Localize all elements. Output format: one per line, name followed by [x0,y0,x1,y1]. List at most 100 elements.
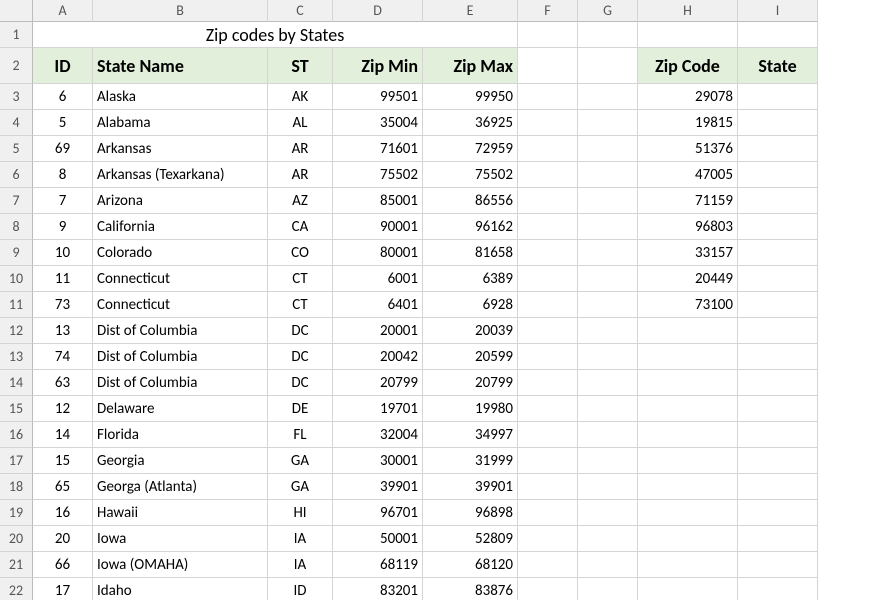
cell-A6[interactable]: 8 [33,162,93,188]
cell-A20[interactable]: 20 [33,526,93,552]
row-header-21[interactable]: 21 [0,552,33,578]
row-header-1[interactable]: 1 [0,22,33,48]
cell-F5[interactable] [518,136,578,162]
cell-F15[interactable] [518,396,578,422]
cell-D12[interactable]: 20001 [333,318,423,344]
cell-H13[interactable] [638,344,738,370]
cell-I2[interactable]: State [738,48,818,84]
col-header-H[interactable]: H [638,0,738,22]
row-header-4[interactable]: 4 [0,110,33,136]
cell-F11[interactable] [518,292,578,318]
cell-E15[interactable]: 19980 [423,396,518,422]
cell-B10[interactable]: Connecticut [93,266,268,292]
cell-A21[interactable]: 66 [33,552,93,578]
cell-A11[interactable]: 73 [33,292,93,318]
cell-C6[interactable]: AR [268,162,333,188]
cell-A4[interactable]: 5 [33,110,93,136]
cell-H20[interactable] [638,526,738,552]
cell-C22[interactable]: ID [268,578,333,600]
row-header-20[interactable]: 20 [0,526,33,552]
cell-B22[interactable]: Idaho [93,578,268,600]
cell-C12[interactable]: DC [268,318,333,344]
cell-G20[interactable] [578,526,638,552]
cell-I3[interactable] [738,84,818,110]
cell-H16[interactable] [638,422,738,448]
cell-F6[interactable] [518,162,578,188]
cell-A12[interactable]: 13 [33,318,93,344]
cell-G21[interactable] [578,552,638,578]
cell-C21[interactable]: IA [268,552,333,578]
cell-H8[interactable]: 96803 [638,214,738,240]
row-header-14[interactable]: 14 [0,370,33,396]
cell-B13[interactable]: Dist of Columbia [93,344,268,370]
col-header-D[interactable]: D [333,0,423,22]
row-header-13[interactable]: 13 [0,344,33,370]
cell-I8[interactable] [738,214,818,240]
row-header-17[interactable]: 17 [0,448,33,474]
cell-H4[interactable]: 19815 [638,110,738,136]
cell-I1[interactable] [738,22,818,48]
cell-E9[interactable]: 81658 [423,240,518,266]
cell-B6[interactable]: Arkansas (Texarkana) [93,162,268,188]
cell-F9[interactable] [518,240,578,266]
row-header-15[interactable]: 15 [0,396,33,422]
cell-H18[interactable] [638,474,738,500]
cell-I12[interactable] [738,318,818,344]
cell-F1[interactable] [518,22,578,48]
cell-F20[interactable] [518,526,578,552]
cell-E14[interactable]: 20799 [423,370,518,396]
cell-B7[interactable]: Arizona [93,188,268,214]
cell-I18[interactable] [738,474,818,500]
cell-E13[interactable]: 20599 [423,344,518,370]
cell-D4[interactable]: 35004 [333,110,423,136]
cell-I17[interactable] [738,448,818,474]
col-header-G[interactable]: G [578,0,638,22]
cell-C15[interactable]: DE [268,396,333,422]
cell-B12[interactable]: Dist of Columbia [93,318,268,344]
cell-B18[interactable]: Georga (Atlanta) [93,474,268,500]
cell-I22[interactable] [738,578,818,600]
cell-C10[interactable]: CT [268,266,333,292]
cell-G1[interactable] [578,22,638,48]
cell-G6[interactable] [578,162,638,188]
cell-D21[interactable]: 68119 [333,552,423,578]
cell-F3[interactable] [518,84,578,110]
cell-B2[interactable]: State Name [93,48,268,84]
cell-F7[interactable] [518,188,578,214]
cell-A15[interactable]: 12 [33,396,93,422]
cell-A22[interactable]: 17 [33,578,93,600]
cell-G18[interactable] [578,474,638,500]
cell-I13[interactable] [738,344,818,370]
cell-C9[interactable]: CO [268,240,333,266]
cell-D16[interactable]: 32004 [333,422,423,448]
cell-F8[interactable] [518,214,578,240]
cell-E19[interactable]: 96898 [423,500,518,526]
cell-G5[interactable] [578,136,638,162]
cell-A2[interactable]: ID [33,48,93,84]
cell-D15[interactable]: 19701 [333,396,423,422]
cell-G11[interactable] [578,292,638,318]
cell-B4[interactable]: Alabama [93,110,268,136]
cell-E6[interactable]: 75502 [423,162,518,188]
cell-H2[interactable]: Zip Code [638,48,738,84]
cell-G2[interactable] [578,48,638,84]
cell-D6[interactable]: 75502 [333,162,423,188]
cell-F13[interactable] [518,344,578,370]
cell-C4[interactable]: AL [268,110,333,136]
cell-H22[interactable] [638,578,738,600]
row-header-5[interactable]: 5 [0,136,33,162]
cell-I15[interactable] [738,396,818,422]
cell-D20[interactable]: 50001 [333,526,423,552]
cell-I21[interactable] [738,552,818,578]
cell-E11[interactable]: 6928 [423,292,518,318]
cell-I19[interactable] [738,500,818,526]
cell-C8[interactable]: CA [268,214,333,240]
cell-F21[interactable] [518,552,578,578]
cell-B8[interactable]: California [93,214,268,240]
cell-E17[interactable]: 31999 [423,448,518,474]
cell-G7[interactable] [578,188,638,214]
cell-I20[interactable] [738,526,818,552]
cell-B21[interactable]: Iowa (OMAHA) [93,552,268,578]
cell-F2[interactable] [518,48,578,84]
cell-D22[interactable]: 83201 [333,578,423,600]
